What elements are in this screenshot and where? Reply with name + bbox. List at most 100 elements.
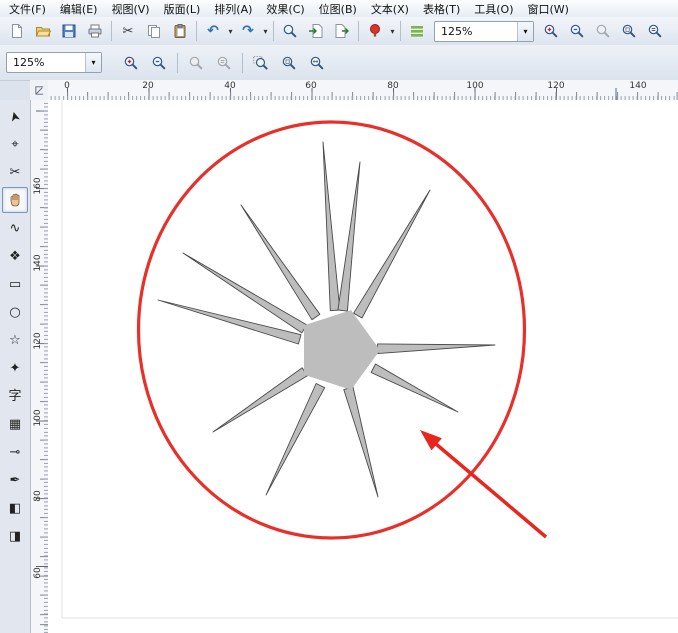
application-launcher-button[interactable]	[362, 18, 388, 44]
shape-tool[interactable]: ⌖	[2, 131, 28, 157]
scissors-icon: ✂	[123, 25, 134, 38]
ruler-label: 100	[466, 81, 483, 91]
propbar-zoom-combo[interactable]: 125% ▾	[6, 52, 102, 73]
app-launcher-balloon-icon	[367, 23, 383, 39]
property-bar: 125% ▾	[0, 45, 678, 81]
undo-dropdown[interactable]: ▾	[226, 27, 235, 36]
pan-tool[interactable]	[2, 187, 28, 213]
table-grid-icon: ▦	[9, 418, 21, 431]
pick-tool[interactable]: ➤	[2, 103, 28, 129]
redo-icon: ↷	[242, 24, 254, 38]
freehand-curve-icon: ∿	[10, 222, 21, 235]
cut-button[interactable]: ✂	[115, 18, 141, 44]
new-button[interactable]	[4, 18, 30, 44]
smart-fill-tool[interactable]: ❖	[2, 243, 28, 269]
menu-effects[interactable]: 效果(C)	[259, 0, 311, 18]
zoom-out-button[interactable]	[564, 18, 590, 44]
open-button[interactable]	[30, 18, 56, 44]
open-folder-icon	[35, 23, 51, 39]
app-launcher-dropdown[interactable]: ▾	[388, 27, 397, 36]
ruler-label: 140	[33, 254, 43, 272]
zoom-out-icon	[151, 55, 167, 71]
menu-bar: 文件(F) 编辑(E) 视图(V) 版面(L) 排列(A) 效果(C) 位图(B…	[0, 0, 678, 18]
export-icon	[334, 23, 350, 39]
interactive-fill-tool[interactable]: ◨	[2, 523, 28, 549]
crop-scissors-icon: ✂	[10, 166, 21, 179]
zoom-to-page-width-icon	[309, 55, 325, 71]
splat-shape[interactable]	[158, 142, 495, 497]
polygon-tool[interactable]: ☆	[2, 327, 28, 353]
search-content-button[interactable]	[277, 18, 303, 44]
ellipse-tool[interactable]: ○	[2, 299, 28, 325]
menu-table[interactable]: 表格(T)	[416, 0, 467, 18]
zoom-to-all-objects-icon	[216, 55, 232, 71]
redo-button[interactable]: ↷	[235, 18, 261, 44]
menu-tools[interactable]: 工具(O)	[467, 0, 520, 18]
ruler-label: 100	[33, 409, 43, 427]
zoom-level-combo[interactable]: 125% ▾	[434, 21, 534, 42]
zoom-out-icon	[569, 23, 585, 39]
zoom-to-selected-button[interactable]	[183, 50, 209, 76]
zoom-in-button[interactable]	[538, 18, 564, 44]
menu-view[interactable]: 视图(V)	[104, 0, 156, 18]
basic-shapes-tool[interactable]: ✦	[2, 355, 28, 381]
freehand-tool[interactable]: ∿	[2, 215, 28, 241]
import-button[interactable]	[303, 18, 329, 44]
ruler-label: 0	[64, 81, 70, 91]
coreldraw-window: 文件(F) 编辑(E) 视图(V) 版面(L) 排列(A) 效果(C) 位图(B…	[0, 0, 678, 633]
eyedropper-tool[interactable]: ⊸	[2, 439, 28, 465]
text-icon: 字	[8, 390, 21, 403]
zoom-level-value: 125%	[441, 25, 472, 38]
drawing-canvas[interactable]	[48, 100, 678, 633]
save-button[interactable]	[56, 18, 82, 44]
zoom-actual-size-icon	[595, 23, 611, 39]
zoom-to-all-button[interactable]	[642, 18, 668, 44]
zoom-to-page-width-button[interactable]	[304, 50, 330, 76]
menu-bitmaps[interactable]: 位图(B)	[312, 0, 364, 18]
propbar-zoom-in-button[interactable]	[118, 50, 144, 76]
chevron-down-icon[interactable]: ▾	[517, 22, 533, 41]
menu-layout[interactable]: 版面(L)	[157, 0, 208, 18]
menu-arrange[interactable]: 排列(A)	[207, 0, 259, 18]
options-button[interactable]	[404, 18, 430, 44]
ruler-origin-corner[interactable]	[30, 80, 49, 101]
interactive-fill-icon: ◨	[9, 530, 21, 543]
propbar-zoom-to-page-button[interactable]	[276, 50, 302, 76]
hand-icon	[7, 192, 23, 208]
zoom-to-all-objects-button[interactable]	[211, 50, 237, 76]
table-tool[interactable]: ▦	[2, 411, 28, 437]
outline-pen-icon: ✒	[10, 474, 21, 487]
ruler-label: 120	[547, 81, 564, 91]
menu-text[interactable]: 文本(X)	[364, 0, 416, 18]
menu-file[interactable]: 文件(F)	[2, 0, 53, 18]
rectangle-tool[interactable]: ▭	[2, 271, 28, 297]
propbar-zoom-out-button[interactable]	[146, 50, 172, 76]
redo-dropdown[interactable]: ▾	[261, 27, 270, 36]
print-button[interactable]	[82, 18, 108, 44]
export-button[interactable]	[329, 18, 355, 44]
import-icon	[308, 23, 324, 39]
ruler-label: 80	[387, 81, 398, 91]
eyedropper-icon: ⊸	[10, 446, 21, 459]
crop-tool[interactable]: ✂	[2, 159, 28, 185]
horizontal-ruler[interactable]: 0 20 40 60 80 100 120 140	[48, 80, 678, 101]
menu-window[interactable]: 窗口(W)	[521, 0, 576, 18]
zoom-actual-size-button[interactable]	[590, 18, 616, 44]
ruler-label: 60	[305, 81, 316, 91]
undo-button[interactable]: ↶	[200, 18, 226, 44]
outline-pen-tool[interactable]: ✒	[2, 467, 28, 493]
text-tool[interactable]: 字	[2, 383, 28, 409]
zoom-to-page-button[interactable]	[616, 18, 642, 44]
save-floppy-icon	[61, 23, 77, 39]
marquee-zoom-button[interactable]	[248, 50, 274, 76]
vertical-ruler[interactable]: 160 140 120 100 80 60	[30, 100, 49, 633]
fill-tool[interactable]: ◧	[2, 495, 28, 521]
chevron-down-icon[interactable]: ▾	[85, 53, 101, 72]
printer-icon	[87, 23, 103, 39]
paste-button[interactable]	[167, 18, 193, 44]
paste-clipboard-icon	[172, 23, 188, 39]
zoom-to-all-icon	[647, 23, 663, 39]
fill-bucket-icon: ◧	[9, 502, 21, 515]
menu-edit[interactable]: 编辑(E)	[53, 0, 105, 18]
copy-button[interactable]	[141, 18, 167, 44]
